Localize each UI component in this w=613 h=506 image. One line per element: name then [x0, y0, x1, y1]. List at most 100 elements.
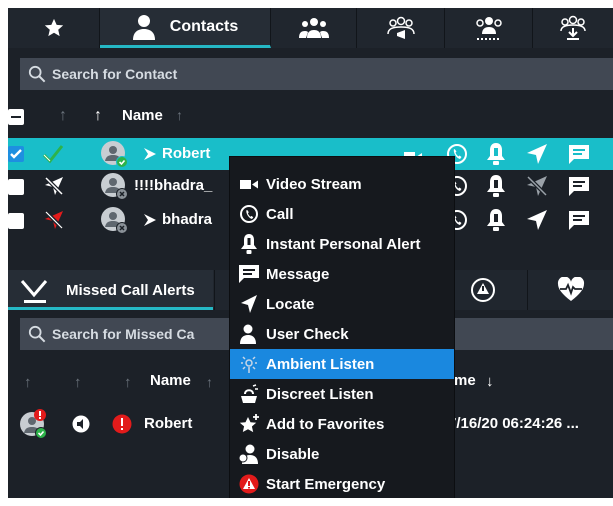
tab-contacts-label: Contacts: [169, 17, 239, 35]
tab-contacts[interactable]: Contacts: [100, 8, 271, 48]
locate-disabled-icon[interactable]: [526, 175, 548, 197]
emergency-triangle-icon: [470, 278, 495, 302]
bell-icon: [241, 234, 257, 254]
time-column-header[interactable]: me: [454, 372, 476, 389]
contact-context-menu: Video Stream Call Instant Personal Alert…: [229, 156, 455, 498]
row-checkbox[interactable]: [8, 179, 24, 195]
name-sort-arrow-icon: ↑: [206, 374, 213, 390]
menu-item-label: Ambient Listen: [266, 355, 375, 373]
emergency-icon: [239, 474, 259, 494]
group-presence-icon: [475, 17, 502, 40]
row-checkbox[interactable]: [8, 146, 24, 162]
avatar: [18, 409, 47, 439]
tab-favorites[interactable]: [8, 8, 100, 48]
tab-group-download[interactable]: [533, 8, 613, 48]
contacts-table-header: ↑ ↑ Name ↑: [8, 100, 613, 134]
message-icon[interactable]: [568, 209, 590, 231]
missed-call-name: Robert: [144, 415, 193, 432]
contact-name: !!!!bhadra_: [134, 177, 213, 194]
flag-icon: [144, 214, 156, 226]
alert-bell-icon[interactable]: [486, 208, 506, 232]
locate-arrow-icon[interactable]: [526, 209, 548, 231]
avatar: [100, 140, 128, 168]
menu-item-label: Call: [266, 205, 294, 223]
message-icon[interactable]: [568, 175, 590, 197]
name-column-header[interactable]: Name: [122, 107, 163, 124]
contact-search-placeholder: Search for Contact: [52, 66, 178, 82]
location-enabled-icon: [42, 145, 64, 164]
sort-priority-arrow-icon[interactable]: ↑: [124, 374, 132, 391]
add-favorite-icon: [239, 414, 259, 433]
phone-call-icon: [240, 205, 258, 223]
missed-call-search-placeholder: Search for Missed Ca: [52, 326, 195, 342]
star-icon: [44, 18, 63, 37]
user-check-icon: [240, 324, 256, 344]
menu-item-label: Start Emergency: [266, 475, 386, 493]
menu-item-label: Video Stream: [266, 175, 362, 193]
location-disabled-icon: [44, 176, 64, 196]
select-all-checkbox[interactable]: [8, 109, 24, 125]
top-tab-bar: Contacts: [8, 8, 613, 48]
locate-arrow-icon[interactable]: [526, 143, 548, 165]
tab-talkgroup-announce[interactable]: [357, 8, 445, 48]
tab-missed-call-alerts[interactable]: Missed Call Alerts: [8, 270, 213, 310]
person-icon: [132, 14, 155, 40]
menu-item-locate[interactable]: Locate: [230, 289, 454, 319]
menu-item-disable[interactable]: Disable: [230, 439, 454, 469]
message-icon: [239, 265, 259, 283]
group-icon: [298, 18, 329, 38]
locate-arrow-icon: [241, 295, 257, 313]
menu-item-label: Disable: [266, 445, 320, 463]
menu-item-add-to-favorites[interactable]: Add to Favorites: [230, 409, 454, 439]
menu-item-label: Discreet Listen: [266, 385, 374, 403]
contact-name: bhadra: [162, 211, 213, 228]
search-icon: [28, 65, 46, 83]
search-icon: [28, 325, 46, 343]
menu-item-label: Instant Personal Alert: [266, 235, 421, 253]
menu-item-label: Add to Favorites: [266, 415, 385, 433]
ambient-listen-icon: [241, 356, 257, 373]
tab-groups[interactable]: [271, 8, 357, 48]
sort-status-arrow-icon[interactable]: ↑: [59, 107, 67, 125]
time-sort-arrow-icon: ↓: [486, 373, 494, 390]
disable-user-icon: [238, 444, 258, 464]
message-icon[interactable]: [568, 143, 590, 165]
menu-item-instant-personal-alert[interactable]: Instant Personal Alert: [230, 229, 454, 259]
menu-item-start-emergency[interactable]: Start Emergency: [230, 469, 454, 498]
missed-call-tab-label: Missed Call Alerts: [66, 282, 195, 299]
group-announce-icon: [386, 16, 415, 39]
contact-search-input[interactable]: Search for Contact: [20, 58, 613, 90]
menu-item-label: User Check: [266, 325, 349, 343]
alert-bell-icon[interactable]: [486, 174, 506, 198]
tab-group-presence[interactable]: [445, 8, 533, 48]
menu-item-user-check[interactable]: User Check: [230, 319, 454, 349]
tab-health-alerts[interactable]: [527, 270, 613, 310]
missed-call-icon: [20, 280, 48, 303]
menu-item-label: Locate: [266, 295, 315, 313]
menu-item-message[interactable]: Message: [230, 259, 454, 289]
avatar: [100, 206, 128, 234]
missed-call-time: 7/16/20 06:24:26 ...: [448, 415, 579, 432]
alert-bell-icon[interactable]: [486, 142, 506, 166]
name-sort-arrow-icon: ↑: [176, 107, 183, 123]
menu-item-discreet-listen[interactable]: Discreet Listen: [230, 379, 454, 409]
tab-divider: [214, 270, 228, 310]
video-camera-icon: [240, 180, 258, 189]
row-checkbox[interactable]: [8, 213, 24, 229]
avatar: [100, 172, 128, 200]
discreet-listen-icon: [241, 384, 258, 403]
sort-location-arrow-icon[interactable]: ↑: [94, 107, 102, 125]
high-priority-icon: [112, 414, 132, 434]
menu-item-ambient-listen[interactable]: Ambient Listen: [230, 349, 454, 379]
menu-item-video-stream[interactable]: Video Stream: [230, 169, 454, 199]
contact-name: Robert: [162, 145, 211, 162]
location-red-icon: [44, 210, 64, 230]
audio-call-type-icon: [72, 415, 90, 433]
sort-status-arrow-icon[interactable]: ↑: [24, 374, 32, 391]
flag-icon: [144, 148, 156, 160]
sort-type-arrow-icon[interactable]: ↑: [74, 374, 82, 391]
heartbeat-icon: [557, 277, 584, 301]
menu-item-call[interactable]: Call: [230, 199, 454, 229]
group-download-icon: [560, 15, 586, 40]
missed-name-column-header[interactable]: Name: [150, 372, 191, 389]
